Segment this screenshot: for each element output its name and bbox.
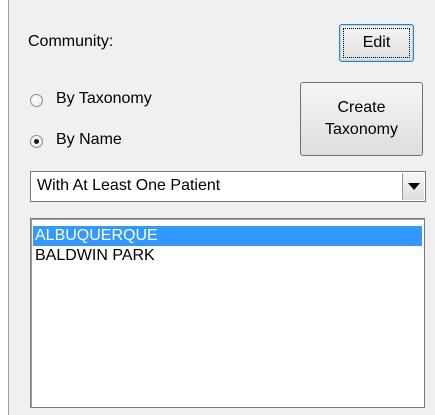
create-taxonomy-button[interactable]: Create Taxonomy	[300, 82, 423, 156]
dropdown-button[interactable]	[402, 173, 424, 200]
by-taxonomy-label[interactable]: By Taxonomy	[56, 90, 152, 108]
by-taxonomy-radio[interactable]	[30, 94, 43, 107]
community-label: Community:	[28, 33, 114, 50]
radio-selected-dot	[34, 139, 39, 144]
by-name-radio[interactable]	[30, 135, 43, 148]
community-list[interactable]: ALBUQUERQUE BALDWIN PARK	[30, 218, 425, 408]
create-taxonomy-line1: Create	[337, 99, 386, 116]
community-filter-value: With At Least One Patient	[37, 177, 221, 194]
edit-button-label: Edit	[362, 34, 391, 51]
chevron-down-icon	[408, 183, 420, 190]
create-taxonomy-line2: Taxonomy	[325, 121, 398, 138]
list-item-baldwin-park[interactable]: BALDWIN PARK	[33, 246, 422, 266]
by-name-label[interactable]: By Name	[56, 131, 122, 149]
community-panel: Community: Edit By Taxonomy By Name Crea…	[8, 0, 435, 415]
community-filter-dropdown[interactable]: With At Least One Patient	[30, 171, 426, 202]
edit-button[interactable]: Edit	[339, 24, 414, 62]
list-item-albuquerque[interactable]: ALBUQUERQUE	[33, 226, 422, 246]
